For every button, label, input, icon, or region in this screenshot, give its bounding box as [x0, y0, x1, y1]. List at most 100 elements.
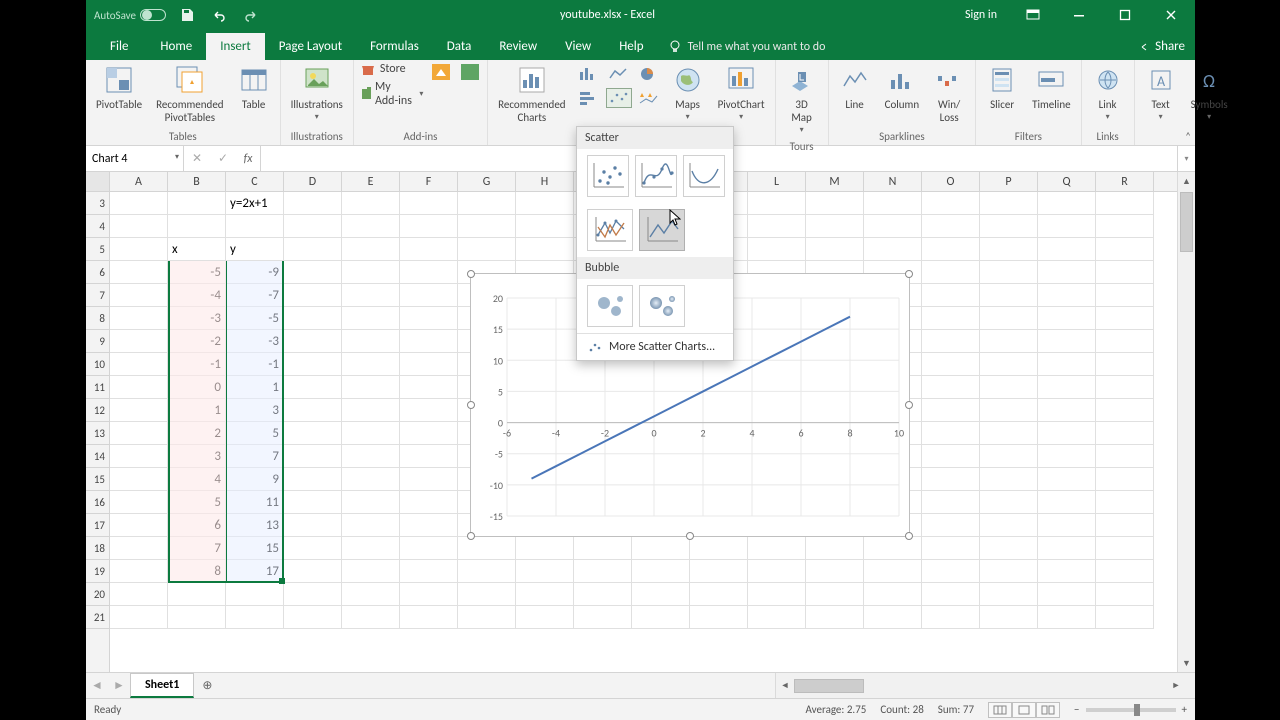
row-header[interactable]: 4 — [86, 215, 109, 238]
link-button[interactable]: Link▾ — [1088, 62, 1128, 126]
cell[interactable] — [922, 468, 980, 491]
column-header[interactable]: C — [226, 172, 284, 191]
cell[interactable]: y — [226, 238, 284, 261]
cell[interactable] — [1038, 215, 1096, 238]
cell[interactable] — [110, 560, 168, 583]
cell[interactable]: 11 — [226, 491, 284, 514]
cell[interactable] — [864, 583, 922, 606]
cell[interactable]: 15 — [226, 537, 284, 560]
cell[interactable]: -4 — [168, 284, 226, 307]
row-header[interactable]: 7 — [86, 284, 109, 307]
zoom-slider[interactable]: − + — [1074, 703, 1187, 716]
cell[interactable] — [1038, 238, 1096, 261]
cell[interactable] — [1096, 238, 1154, 261]
cell[interactable] — [1038, 422, 1096, 445]
cell[interactable] — [400, 284, 458, 307]
cell[interactable] — [284, 537, 342, 560]
cell[interactable] — [980, 330, 1038, 353]
cell[interactable] — [1096, 468, 1154, 491]
tab-review[interactable]: Review — [485, 33, 551, 60]
cell[interactable] — [980, 537, 1038, 560]
cell[interactable] — [110, 215, 168, 238]
cell[interactable] — [110, 606, 168, 629]
cell[interactable] — [284, 376, 342, 399]
cell[interactable]: 1 — [168, 399, 226, 422]
name-box[interactable]: Chart 4▾ — [86, 146, 184, 171]
cell[interactable]: -9 — [226, 261, 284, 284]
cell[interactable] — [806, 560, 864, 583]
cell[interactable] — [806, 537, 864, 560]
cell[interactable] — [226, 215, 284, 238]
cell[interactable] — [110, 514, 168, 537]
cell[interactable] — [110, 307, 168, 330]
cell[interactable] — [110, 491, 168, 514]
cell[interactable]: -2 — [168, 330, 226, 353]
combo-chart-button[interactable] — [636, 88, 662, 108]
cell[interactable]: 13 — [226, 514, 284, 537]
cell[interactable] — [516, 192, 574, 215]
tab-help[interactable]: Help — [605, 33, 657, 60]
cell[interactable] — [516, 215, 574, 238]
signin-button[interactable]: Sign in — [953, 8, 1009, 22]
cell[interactable] — [980, 583, 1038, 606]
3d-map-button[interactable]: 3D Map▾ — [782, 62, 822, 139]
cell[interactable] — [980, 422, 1038, 445]
cell[interactable] — [690, 560, 748, 583]
cell[interactable]: 5 — [226, 422, 284, 445]
cell[interactable] — [1038, 560, 1096, 583]
row-header[interactable]: 3 — [86, 192, 109, 215]
cell[interactable] — [110, 445, 168, 468]
bing-maps-addon[interactable] — [429, 62, 452, 84]
cell[interactable] — [110, 537, 168, 560]
expand-formula-bar-icon[interactable]: ▾ — [1177, 146, 1195, 171]
cell[interactable] — [458, 606, 516, 629]
cell[interactable] — [922, 583, 980, 606]
cell[interactable] — [342, 261, 400, 284]
cell[interactable] — [516, 583, 574, 606]
cell[interactable] — [922, 491, 980, 514]
cell[interactable] — [400, 491, 458, 514]
cell[interactable] — [284, 284, 342, 307]
tab-nav-prev[interactable]: ◄ — [86, 673, 108, 698]
tab-file[interactable]: File — [96, 33, 142, 60]
cell[interactable] — [922, 376, 980, 399]
cell[interactable] — [574, 583, 632, 606]
cell[interactable] — [342, 560, 400, 583]
cell[interactable] — [748, 560, 806, 583]
cell[interactable] — [342, 215, 400, 238]
cell[interactable] — [1038, 353, 1096, 376]
save-icon[interactable] — [176, 4, 198, 26]
ribbon-display-icon[interactable] — [1011, 0, 1055, 30]
column-header[interactable]: G — [458, 172, 516, 191]
share-button[interactable]: Share — [1127, 33, 1195, 60]
cell[interactable] — [632, 583, 690, 606]
cell[interactable] — [284, 491, 342, 514]
cell[interactable]: 0 — [168, 376, 226, 399]
cell[interactable] — [516, 238, 574, 261]
cell[interactable]: -1 — [168, 353, 226, 376]
cell[interactable] — [748, 583, 806, 606]
cell[interactable] — [922, 560, 980, 583]
tab-view[interactable]: View — [551, 33, 605, 60]
cell[interactable] — [342, 307, 400, 330]
cell[interactable] — [1096, 215, 1154, 238]
cell[interactable] — [574, 560, 632, 583]
cell[interactable] — [342, 284, 400, 307]
cell[interactable] — [342, 353, 400, 376]
cell[interactable] — [980, 514, 1038, 537]
pie-chart-button[interactable] — [636, 64, 662, 84]
scatter-markers-option[interactable] — [587, 155, 629, 197]
cell[interactable] — [1096, 192, 1154, 215]
cell[interactable] — [980, 468, 1038, 491]
bar-chart-button[interactable] — [576, 88, 602, 108]
close-icon[interactable] — [1149, 0, 1193, 30]
cell[interactable] — [748, 215, 806, 238]
cell[interactable] — [806, 192, 864, 215]
row-header[interactable]: 8 — [86, 307, 109, 330]
cell[interactable] — [458, 192, 516, 215]
cell[interactable] — [226, 606, 284, 629]
cell[interactable] — [632, 537, 690, 560]
cell[interactable] — [980, 215, 1038, 238]
cell[interactable] — [980, 606, 1038, 629]
cell[interactable] — [1038, 491, 1096, 514]
